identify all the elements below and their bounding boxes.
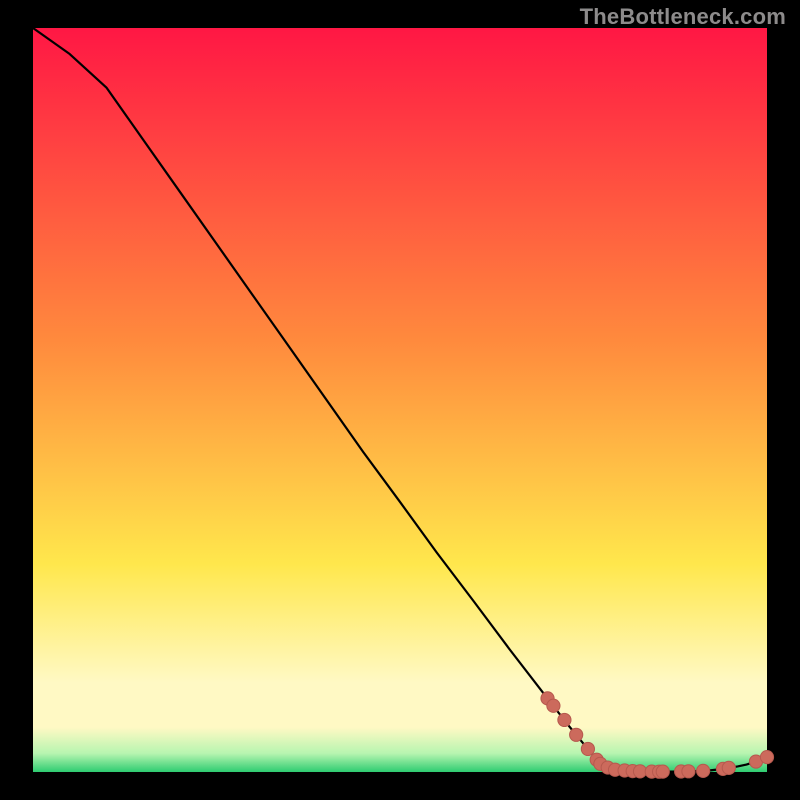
data-marker <box>697 764 710 777</box>
chart-frame: { "watermark": "TheBottleneck.com", "col… <box>0 0 800 800</box>
data-marker <box>722 761 735 774</box>
watermark-text: TheBottleneck.com <box>580 4 786 30</box>
data-marker <box>581 742 594 755</box>
data-marker <box>558 713 571 726</box>
data-marker <box>633 765 646 778</box>
data-marker <box>570 728 583 741</box>
data-marker <box>760 751 773 764</box>
data-marker <box>682 765 695 778</box>
data-marker <box>656 765 669 778</box>
bottleneck-chart <box>0 0 800 800</box>
data-marker <box>547 699 560 712</box>
